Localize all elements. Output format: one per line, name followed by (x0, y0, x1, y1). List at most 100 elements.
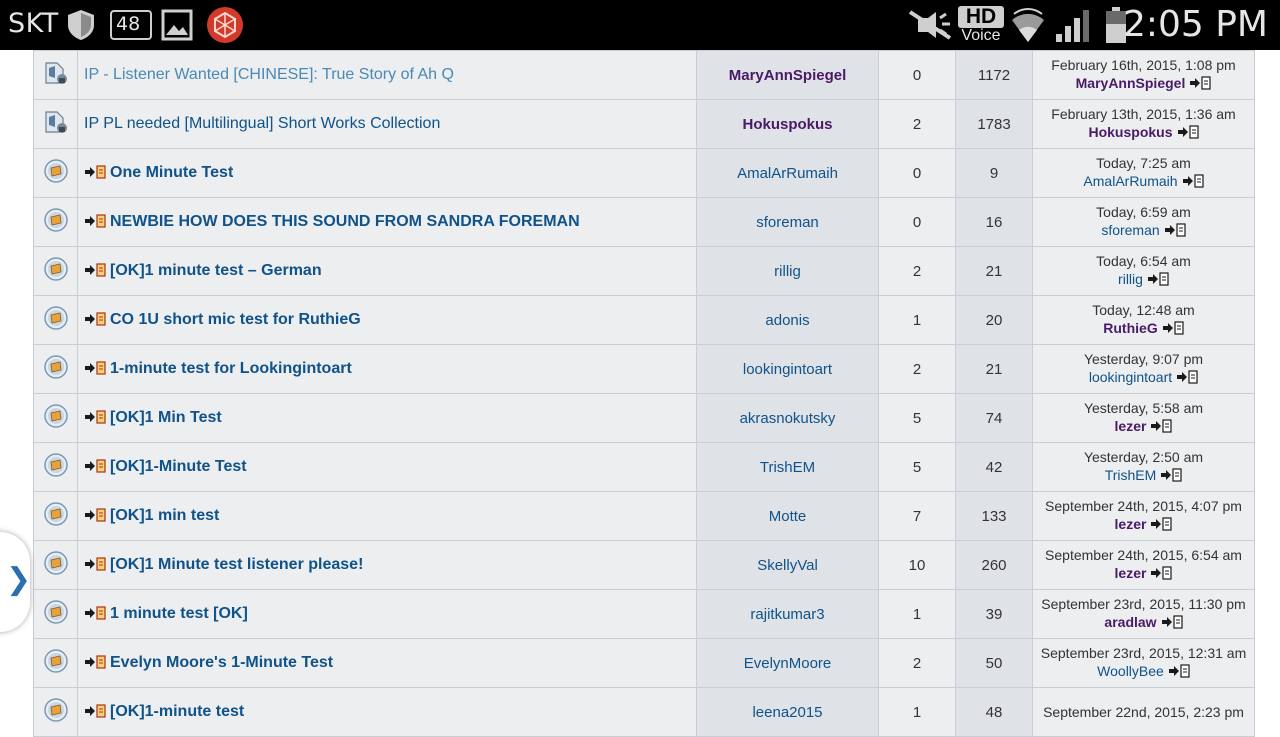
topic-title-link[interactable]: IP - Listener Wanted [CHINESE]: True Sto… (84, 66, 454, 83)
topic-author-link[interactable]: sforeman (756, 214, 819, 231)
go-to-last-post-icon[interactable] (1168, 663, 1190, 683)
topic-folder-icon (43, 355, 69, 384)
last-poster-link[interactable]: lookingintoart (1089, 368, 1172, 386)
topic-author-link[interactable]: rajitkumar3 (750, 606, 824, 623)
go-to-last-post-icon[interactable] (1161, 614, 1183, 634)
topic-title-link[interactable]: [OK]1 min test (110, 507, 219, 524)
topic-title-link[interactable]: [OK]1 minute test – German (110, 262, 322, 279)
go-to-last-post-icon[interactable] (1147, 271, 1169, 291)
topic-title-link[interactable]: Evelyn Moore's 1-Minute Test (110, 654, 333, 671)
go-to-last-post-icon[interactable] (1160, 467, 1182, 487)
reply-count: 2 (912, 115, 922, 133)
topic-author-link[interactable]: AmalArRumaih (737, 165, 838, 182)
topic-title-link[interactable]: 1 minute test [OK] (110, 605, 248, 622)
last-poster-link[interactable]: rillig (1118, 270, 1143, 288)
last-post-cell: September 23rd, 2015, 11:30 pm aradlaw (1032, 589, 1255, 639)
new-post-arrow-icon[interactable] (84, 262, 106, 281)
new-post-arrow-icon[interactable] (84, 213, 106, 232)
new-post-arrow-icon[interactable] (84, 654, 106, 673)
new-post-arrow-icon[interactable] (84, 458, 106, 477)
topic-row[interactable]: 1 minute test [OK] rajitkumar3 1 39 Sept… (33, 589, 1255, 639)
topic-author-link[interactable]: EvelynMoore (744, 655, 832, 672)
last-poster-link[interactable]: AmalArRumaih (1083, 172, 1177, 190)
last-poster-link[interactable]: WoollyBee (1097, 662, 1164, 680)
topic-title-link[interactable]: CO 1U short mic test for RuthieG (110, 311, 361, 328)
topic-author-link[interactable]: TrishEM (760, 459, 815, 476)
new-post-arrow-icon[interactable] (84, 164, 106, 183)
topic-author-link[interactable]: MaryAnnSpiegel (729, 67, 847, 84)
topic-row[interactable]: One Minute Test AmalArRumaih 0 9 Today, … (33, 148, 1255, 198)
topic-author-link[interactable]: adonis (765, 312, 809, 329)
go-to-last-post-icon[interactable] (1150, 565, 1173, 585)
last-poster-link[interactable]: aradlaw (1104, 613, 1156, 631)
topic-title-link[interactable]: [OK]1-minute test (110, 703, 244, 720)
topic-title-link[interactable]: [OK]1-Minute Test (110, 458, 247, 475)
topic-row[interactable]: IP - Listener Wanted [CHINESE]: True Sto… (33, 50, 1255, 100)
topic-title-cell: 1 minute test [OK] (77, 589, 697, 639)
last-poster-link[interactable]: Hokuspokus (1088, 123, 1172, 141)
topic-row[interactable]: [OK]1-Minute Test TrishEM 5 42 Yesterday… (33, 442, 1255, 492)
topic-row[interactable]: 1-minute test for Lookingintoart looking… (33, 344, 1255, 394)
topic-row[interactable]: CO 1U short mic test for RuthieG adonis … (33, 295, 1255, 345)
go-to-last-post-icon[interactable] (1150, 418, 1173, 438)
topic-author-link[interactable]: Hokuspokus (742, 116, 832, 133)
topic-title-link[interactable]: [OK]1 Minute test listener please! (110, 556, 363, 573)
last-poster-link[interactable]: sforeman (1101, 221, 1159, 239)
topic-author-link[interactable]: Motte (769, 508, 807, 525)
last-post-cell: Today, 7:25 am AmalArRumaih (1032, 148, 1255, 198)
go-to-last-post-icon[interactable] (1162, 320, 1184, 340)
topic-row[interactable]: NEWBIE HOW DOES THIS SOUND FROM SANDRA F… (33, 197, 1255, 247)
topic-folder-icon (43, 257, 69, 286)
last-poster-link[interactable]: MaryAnnSpiegel (1076, 74, 1186, 92)
new-post-arrow-icon[interactable] (84, 605, 106, 624)
topic-title-link[interactable]: [OK]1 Min Test (110, 409, 222, 426)
topic-title-cell: Evelyn Moore's 1-Minute Test (77, 638, 697, 688)
topic-row[interactable]: [OK]1 minute test – German rillig 2 21 T… (33, 246, 1255, 296)
topic-author-link[interactable]: akrasnokutsky (740, 410, 836, 427)
topic-views-cell: 50 (955, 638, 1033, 688)
last-poster-link[interactable]: lezer (1115, 417, 1147, 435)
last-poster-link[interactable]: lezer (1115, 564, 1147, 582)
reply-count: 1 (912, 605, 922, 623)
carrier-label: SKT (8, 8, 59, 39)
last-post-date: Today, 6:59 am (1096, 203, 1191, 220)
topic-views-cell: 9 (955, 148, 1033, 198)
topic-author-cell: rajitkumar3 (696, 589, 879, 639)
topic-title-link[interactable]: IP PL needed [Multilingual] Short Works … (84, 115, 440, 132)
go-to-last-post-icon[interactable] (1189, 75, 1211, 95)
new-post-arrow-icon[interactable] (84, 409, 106, 428)
topic-row[interactable]: [OK]1-minute test leena2015 1 48 Septemb… (33, 687, 1255, 737)
last-poster-link[interactable]: TrishEM (1105, 466, 1157, 484)
go-to-last-post-icon[interactable] (1164, 222, 1186, 242)
go-to-last-post-icon[interactable] (1150, 516, 1173, 536)
topic-author-link[interactable]: rillig (774, 263, 801, 280)
topic-row[interactable]: [OK]1 min test Motte 7 133 September 24t… (33, 491, 1255, 541)
topic-row[interactable]: [OK]1 Minute test listener please! Skell… (33, 540, 1255, 590)
topic-author-link[interactable]: SkellyVal (757, 557, 818, 574)
topic-title-link[interactable]: One Minute Test (110, 164, 233, 181)
topic-title-cell: IP PL needed [Multilingual] Short Works … (77, 99, 697, 149)
new-post-arrow-icon[interactable] (84, 507, 106, 526)
go-to-last-post-icon[interactable] (1176, 369, 1198, 389)
last-poster-link[interactable]: RuthieG (1103, 319, 1157, 337)
topic-author-link[interactable]: lookingintoart (743, 361, 832, 378)
topic-row[interactable]: IP PL needed [Multilingual] Short Works … (33, 99, 1255, 149)
topic-title-link[interactable]: NEWBIE HOW DOES THIS SOUND FROM SANDRA F… (110, 213, 580, 230)
topic-row[interactable]: [OK]1 Min Test akrasnokutsky 5 74 Yester… (33, 393, 1255, 443)
chevron-right-icon[interactable]: ❯ (6, 562, 31, 597)
last-post-date: February 13th, 2015, 1:36 am (1051, 105, 1236, 122)
topic-row[interactable]: Evelyn Moore's 1-Minute Test EvelynMoore… (33, 638, 1255, 688)
new-post-arrow-icon[interactable] (84, 556, 106, 575)
new-post-arrow-icon[interactable] (84, 311, 106, 330)
reply-count: 2 (912, 262, 922, 280)
topic-title-link[interactable]: 1-minute test for Lookingintoart (110, 360, 352, 377)
new-post-arrow-icon[interactable] (84, 703, 106, 722)
new-post-arrow-icon[interactable] (84, 360, 106, 379)
announcement-locked-icon (43, 62, 69, 90)
go-to-last-post-icon[interactable] (1182, 173, 1204, 193)
last-poster-link[interactable]: lezer (1115, 515, 1147, 533)
go-to-last-post-icon[interactable] (1177, 124, 1199, 144)
view-count: 1172 (977, 66, 1011, 84)
clock-time: 2:05 PM (1122, 4, 1268, 45)
topic-author-link[interactable]: leena2015 (752, 704, 822, 721)
